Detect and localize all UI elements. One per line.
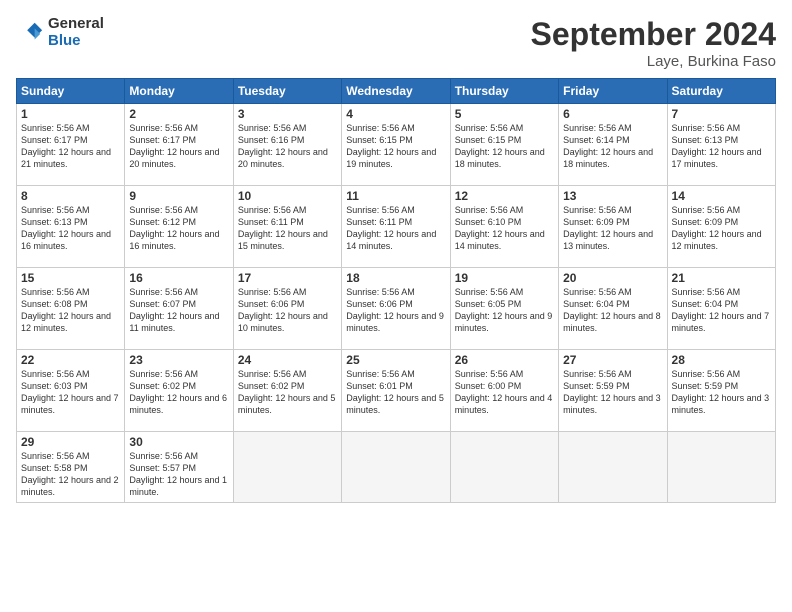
day-30: 30 Sunrise: 5:56 AMSunset: 5:57 PMDaylig…	[125, 432, 233, 503]
day-8: 8 Sunrise: 5:56 AMSunset: 6:13 PMDayligh…	[17, 186, 125, 268]
day-10: 10 Sunrise: 5:56 AMSunset: 6:11 PMDaylig…	[233, 186, 341, 268]
calendar-header-row: Sunday Monday Tuesday Wednesday Thursday…	[17, 79, 776, 104]
col-monday: Monday	[125, 79, 233, 104]
page: General Blue September 2024 Laye, Burkin…	[0, 0, 792, 612]
day-28: 28 Sunrise: 5:56 AMSunset: 5:59 PMDaylig…	[667, 350, 775, 432]
logo: General Blue	[16, 16, 104, 49]
day-29: 29 Sunrise: 5:56 AMSunset: 5:58 PMDaylig…	[17, 432, 125, 503]
day-6: 6 Sunrise: 5:56 AMSunset: 6:14 PMDayligh…	[559, 104, 667, 186]
day-25: 25 Sunrise: 5:56 AMSunset: 6:01 PMDaylig…	[342, 350, 450, 432]
day-2: 2 Sunrise: 5:56 AMSunset: 6:17 PMDayligh…	[125, 104, 233, 186]
location: Laye, Burkina Faso	[531, 53, 776, 70]
week-row-2: 8 Sunrise: 5:56 AMSunset: 6:13 PMDayligh…	[17, 186, 776, 268]
empty-cell-5	[667, 432, 775, 503]
day-12: 12 Sunrise: 5:56 AMSunset: 6:10 PMDaylig…	[450, 186, 558, 268]
day-19: 19 Sunrise: 5:56 AMSunset: 6:05 PMDaylig…	[450, 268, 558, 350]
empty-cell-2	[342, 432, 450, 503]
day-9: 9 Sunrise: 5:56 AMSunset: 6:12 PMDayligh…	[125, 186, 233, 268]
col-thursday: Thursday	[450, 79, 558, 104]
day-14: 14 Sunrise: 5:56 AMSunset: 6:09 PMDaylig…	[667, 186, 775, 268]
week-row-5: 29 Sunrise: 5:56 AMSunset: 5:58 PMDaylig…	[17, 432, 776, 503]
header: General Blue September 2024 Laye, Burkin…	[16, 16, 776, 70]
day-7: 7 Sunrise: 5:56 AMSunset: 6:13 PMDayligh…	[667, 104, 775, 186]
day-20: 20 Sunrise: 5:56 AMSunset: 6:04 PMDaylig…	[559, 268, 667, 350]
day-18: 18 Sunrise: 5:56 AMSunset: 6:06 PMDaylig…	[342, 268, 450, 350]
logo-text: General Blue	[48, 16, 104, 49]
day-21: 21 Sunrise: 5:56 AMSunset: 6:04 PMDaylig…	[667, 268, 775, 350]
day-23: 23 Sunrise: 5:56 AMSunset: 6:02 PMDaylig…	[125, 350, 233, 432]
day-3: 3 Sunrise: 5:56 AMSunset: 6:16 PMDayligh…	[233, 104, 341, 186]
col-saturday: Saturday	[667, 79, 775, 104]
day-4: 4 Sunrise: 5:56 AMSunset: 6:15 PMDayligh…	[342, 104, 450, 186]
day-17: 17 Sunrise: 5:56 AMSunset: 6:06 PMDaylig…	[233, 268, 341, 350]
day-16: 16 Sunrise: 5:56 AMSunset: 6:07 PMDaylig…	[125, 268, 233, 350]
day-1: 1 Sunrise: 5:56 AMSunset: 6:17 PMDayligh…	[17, 104, 125, 186]
day-11: 11 Sunrise: 5:56 AMSunset: 6:11 PMDaylig…	[342, 186, 450, 268]
logo-general: General	[48, 16, 104, 33]
week-row-4: 22 Sunrise: 5:56 AMSunset: 6:03 PMDaylig…	[17, 350, 776, 432]
calendar: Sunday Monday Tuesday Wednesday Thursday…	[16, 78, 776, 503]
col-wednesday: Wednesday	[342, 79, 450, 104]
day-22: 22 Sunrise: 5:56 AMSunset: 6:03 PMDaylig…	[17, 350, 125, 432]
empty-cell-4	[559, 432, 667, 503]
empty-cell-3	[450, 432, 558, 503]
day-27: 27 Sunrise: 5:56 AMSunset: 5:59 PMDaylig…	[559, 350, 667, 432]
logo-icon	[16, 19, 44, 47]
logo-blue: Blue	[48, 33, 104, 50]
col-friday: Friday	[559, 79, 667, 104]
title-block: September 2024 Laye, Burkina Faso	[531, 16, 776, 70]
month-title: September 2024	[531, 16, 776, 53]
week-row-1: 1 Sunrise: 5:56 AMSunset: 6:17 PMDayligh…	[17, 104, 776, 186]
day-26: 26 Sunrise: 5:56 AMSunset: 6:00 PMDaylig…	[450, 350, 558, 432]
day-5: 5 Sunrise: 5:56 AMSunset: 6:15 PMDayligh…	[450, 104, 558, 186]
col-tuesday: Tuesday	[233, 79, 341, 104]
empty-cell-1	[233, 432, 341, 503]
col-sunday: Sunday	[17, 79, 125, 104]
day-15: 15 Sunrise: 5:56 AMSunset: 6:08 PMDaylig…	[17, 268, 125, 350]
day-13: 13 Sunrise: 5:56 AMSunset: 6:09 PMDaylig…	[559, 186, 667, 268]
week-row-3: 15 Sunrise: 5:56 AMSunset: 6:08 PMDaylig…	[17, 268, 776, 350]
day-24: 24 Sunrise: 5:56 AMSunset: 6:02 PMDaylig…	[233, 350, 341, 432]
